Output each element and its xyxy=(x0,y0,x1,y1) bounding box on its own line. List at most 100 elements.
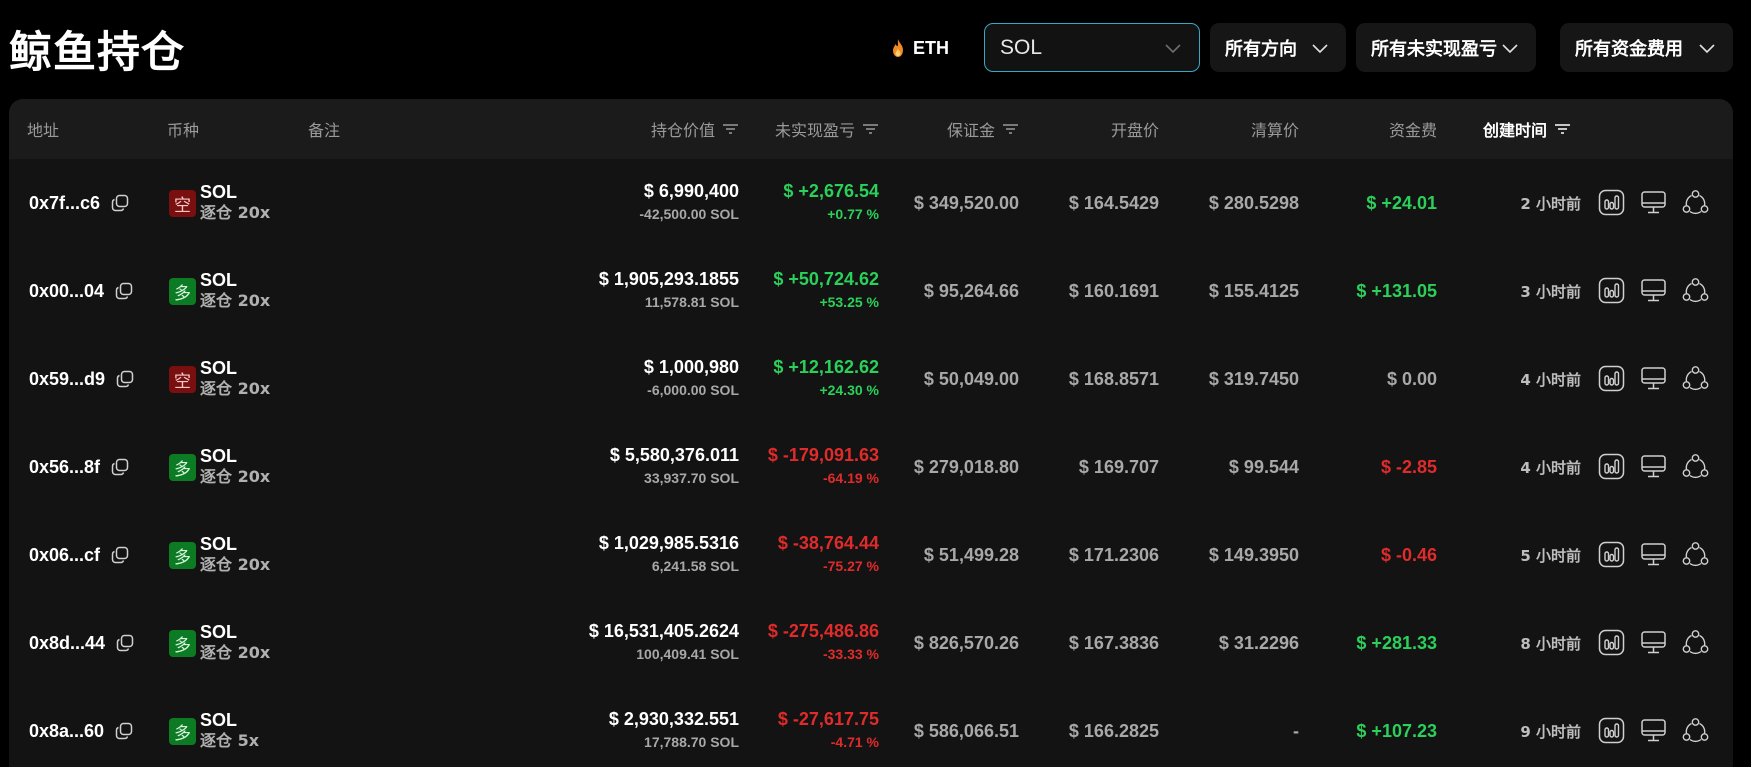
leverage-label: 逐仓 5x xyxy=(200,731,260,750)
coin-name: SOL xyxy=(200,270,238,290)
monitor-icon[interactable] xyxy=(1640,453,1667,480)
coin-name: SOL xyxy=(200,358,238,378)
table-row[interactable]: 0x06...cf 多 SOL 逐仓 20x $ 1,029,985.5316 … xyxy=(9,511,1733,599)
funding-select[interactable]: 所有资金费用 xyxy=(1560,23,1733,72)
leverage-label: 逐仓 20x xyxy=(200,291,271,310)
column-address: 地址 xyxy=(27,121,60,140)
column-coin: 币种 xyxy=(167,121,200,140)
share-nodes-icon[interactable] xyxy=(1682,453,1709,480)
table-row[interactable]: 0x8d...44 多 SOL 逐仓 20x $ 16,531,405.2624… xyxy=(9,599,1733,687)
wallet-address[interactable]: 0x00...04 xyxy=(29,281,104,302)
coin-cell: 多 SOL 逐仓 20x xyxy=(169,621,270,663)
monitor-icon[interactable] xyxy=(1640,541,1667,568)
monitor-icon[interactable] xyxy=(1640,277,1667,304)
created-time: 2 小时前 xyxy=(1520,194,1581,213)
table-row[interactable]: 0x56...8f 多 SOL 逐仓 20x $ 5,580,376.011 3… xyxy=(9,423,1733,511)
coin-name: SOL xyxy=(200,446,238,466)
wallet-address[interactable]: 0x59...d9 xyxy=(29,369,105,390)
created-time: 4 小时前 xyxy=(1520,370,1581,389)
coin-select[interactable]: SOL xyxy=(984,23,1200,72)
leverage-label: 逐仓 20x xyxy=(200,379,271,398)
copy-icon[interactable] xyxy=(115,369,135,389)
coin-name: SOL xyxy=(200,534,238,554)
sort-filter-icon xyxy=(1555,124,1571,134)
short-badge: 空 xyxy=(169,366,196,393)
leverage-label: 逐仓 20x xyxy=(200,643,271,662)
share-nodes-icon[interactable] xyxy=(1682,629,1709,656)
table-row[interactable]: 0x8a...60 多 SOL 逐仓 5x $ 2,930,332.551 17… xyxy=(9,687,1733,767)
bar-chart-icon[interactable] xyxy=(1598,453,1625,480)
address-cell: 0x8a...60 xyxy=(29,687,134,767)
wallet-address[interactable]: 0x7f...c6 xyxy=(29,193,100,214)
share-nodes-icon[interactable] xyxy=(1682,277,1709,304)
page: 鲸鱼持仓 ETH SOL 所有方向 所有未实现盈亏 所有资金费用 地址 币种 备… xyxy=(0,0,1751,767)
bar-chart-icon[interactable] xyxy=(1598,365,1625,392)
wallet-address[interactable]: 0x06...cf xyxy=(29,545,100,566)
coin-cell: 空 SOL 逐仓 20x xyxy=(169,357,270,399)
bar-chart-icon[interactable] xyxy=(1598,189,1625,216)
flame-icon xyxy=(893,39,903,57)
share-nodes-icon[interactable] xyxy=(1682,717,1709,744)
share-nodes-icon[interactable] xyxy=(1682,365,1709,392)
created-time: 4 小时前 xyxy=(1520,458,1581,477)
monitor-icon[interactable] xyxy=(1640,717,1667,744)
share-nodes-icon[interactable] xyxy=(1682,189,1709,216)
monitor-icon[interactable] xyxy=(1640,629,1667,656)
positions-table: 地址 币种 备注 持仓价值 未实现盈亏 保证金 开盘价 清算价 资金费 创建时间 xyxy=(9,99,1733,767)
monitor-icon[interactable] xyxy=(1640,365,1667,392)
long-badge: 多 xyxy=(169,718,196,745)
copy-icon[interactable] xyxy=(115,633,135,653)
address-cell: 0x00...04 xyxy=(29,247,134,335)
table-row[interactable]: 0x59...d9 空 SOL 逐仓 20x $ 1,000,980 -6,00… xyxy=(9,335,1733,423)
address-cell: 0x8d...44 xyxy=(29,599,135,687)
chevron-down-icon xyxy=(1699,43,1715,53)
copy-icon[interactable] xyxy=(114,281,134,301)
column-unrealized-pnl-label: 未实现盈亏 xyxy=(774,121,855,140)
created-time: 8 小时前 xyxy=(1520,634,1581,653)
address-cell: 0x59...d9 xyxy=(29,335,135,423)
eth-link[interactable]: ETH xyxy=(891,36,949,60)
long-badge: 多 xyxy=(169,454,196,481)
created-time: 9 小时前 xyxy=(1520,722,1581,741)
coin-name: SOL xyxy=(200,710,238,730)
long-badge: 多 xyxy=(169,542,196,569)
table-row[interactable]: 0x00...04 多 SOL 逐仓 20x $ 1,905,293.1855 … xyxy=(9,247,1733,335)
coin-cell: 多 SOL 逐仓 20x xyxy=(169,533,270,575)
wallet-address[interactable]: 0x8d...44 xyxy=(29,633,105,654)
direction-select-value: 所有方向 xyxy=(1225,38,1297,59)
coin-cell: 多 SOL 逐仓 5x xyxy=(169,709,259,751)
long-badge: 多 xyxy=(169,278,196,305)
column-created-time[interactable]: 创建时间 xyxy=(1483,99,1571,159)
table-row[interactable]: 0x7f...c6 空 SOL 逐仓 20x $ 6,990,400 -42,5… xyxy=(9,159,1733,247)
copy-icon[interactable] xyxy=(110,545,130,565)
direction-select[interactable]: 所有方向 xyxy=(1210,23,1346,72)
column-note: 备注 xyxy=(308,121,341,140)
created-time: 3 小时前 xyxy=(1520,282,1581,301)
column-position-value-label: 持仓价值 xyxy=(650,121,715,140)
pnl-select-value: 所有未实现盈亏 xyxy=(1371,38,1497,59)
column-funding: 资金费 xyxy=(1388,121,1437,140)
copy-icon[interactable] xyxy=(110,457,130,477)
copy-icon[interactable] xyxy=(110,193,130,213)
coin-cell: 多 SOL 逐仓 20x xyxy=(169,445,270,487)
share-nodes-icon[interactable] xyxy=(1682,541,1709,568)
wallet-address[interactable]: 0x8a...60 xyxy=(29,721,104,742)
wallet-address[interactable]: 0x56...8f xyxy=(29,457,100,478)
coin-cell: 多 SOL 逐仓 20x xyxy=(169,269,270,311)
coin-cell: 空 SOL 逐仓 20x xyxy=(169,181,270,223)
chevron-down-icon xyxy=(1312,43,1328,53)
column-margin-label: 保证金 xyxy=(946,121,995,140)
copy-icon[interactable] xyxy=(114,721,134,741)
pnl-select[interactable]: 所有未实现盈亏 xyxy=(1356,23,1536,72)
monitor-icon[interactable] xyxy=(1640,189,1667,216)
address-cell: 0x06...cf xyxy=(29,511,130,599)
long-badge: 多 xyxy=(169,630,196,657)
page-title: 鲸鱼持仓 xyxy=(9,28,185,78)
bar-chart-icon[interactable] xyxy=(1598,717,1625,744)
table-header: 地址 币种 备注 持仓价值 未实现盈亏 保证金 开盘价 清算价 资金费 创建时间 xyxy=(9,99,1733,159)
address-cell: 0x7f...c6 xyxy=(29,159,130,247)
bar-chart-icon[interactable] xyxy=(1598,541,1625,568)
bar-chart-icon[interactable] xyxy=(1598,629,1625,656)
bar-chart-icon[interactable] xyxy=(1598,277,1625,304)
leverage-label: 逐仓 20x xyxy=(200,203,271,222)
